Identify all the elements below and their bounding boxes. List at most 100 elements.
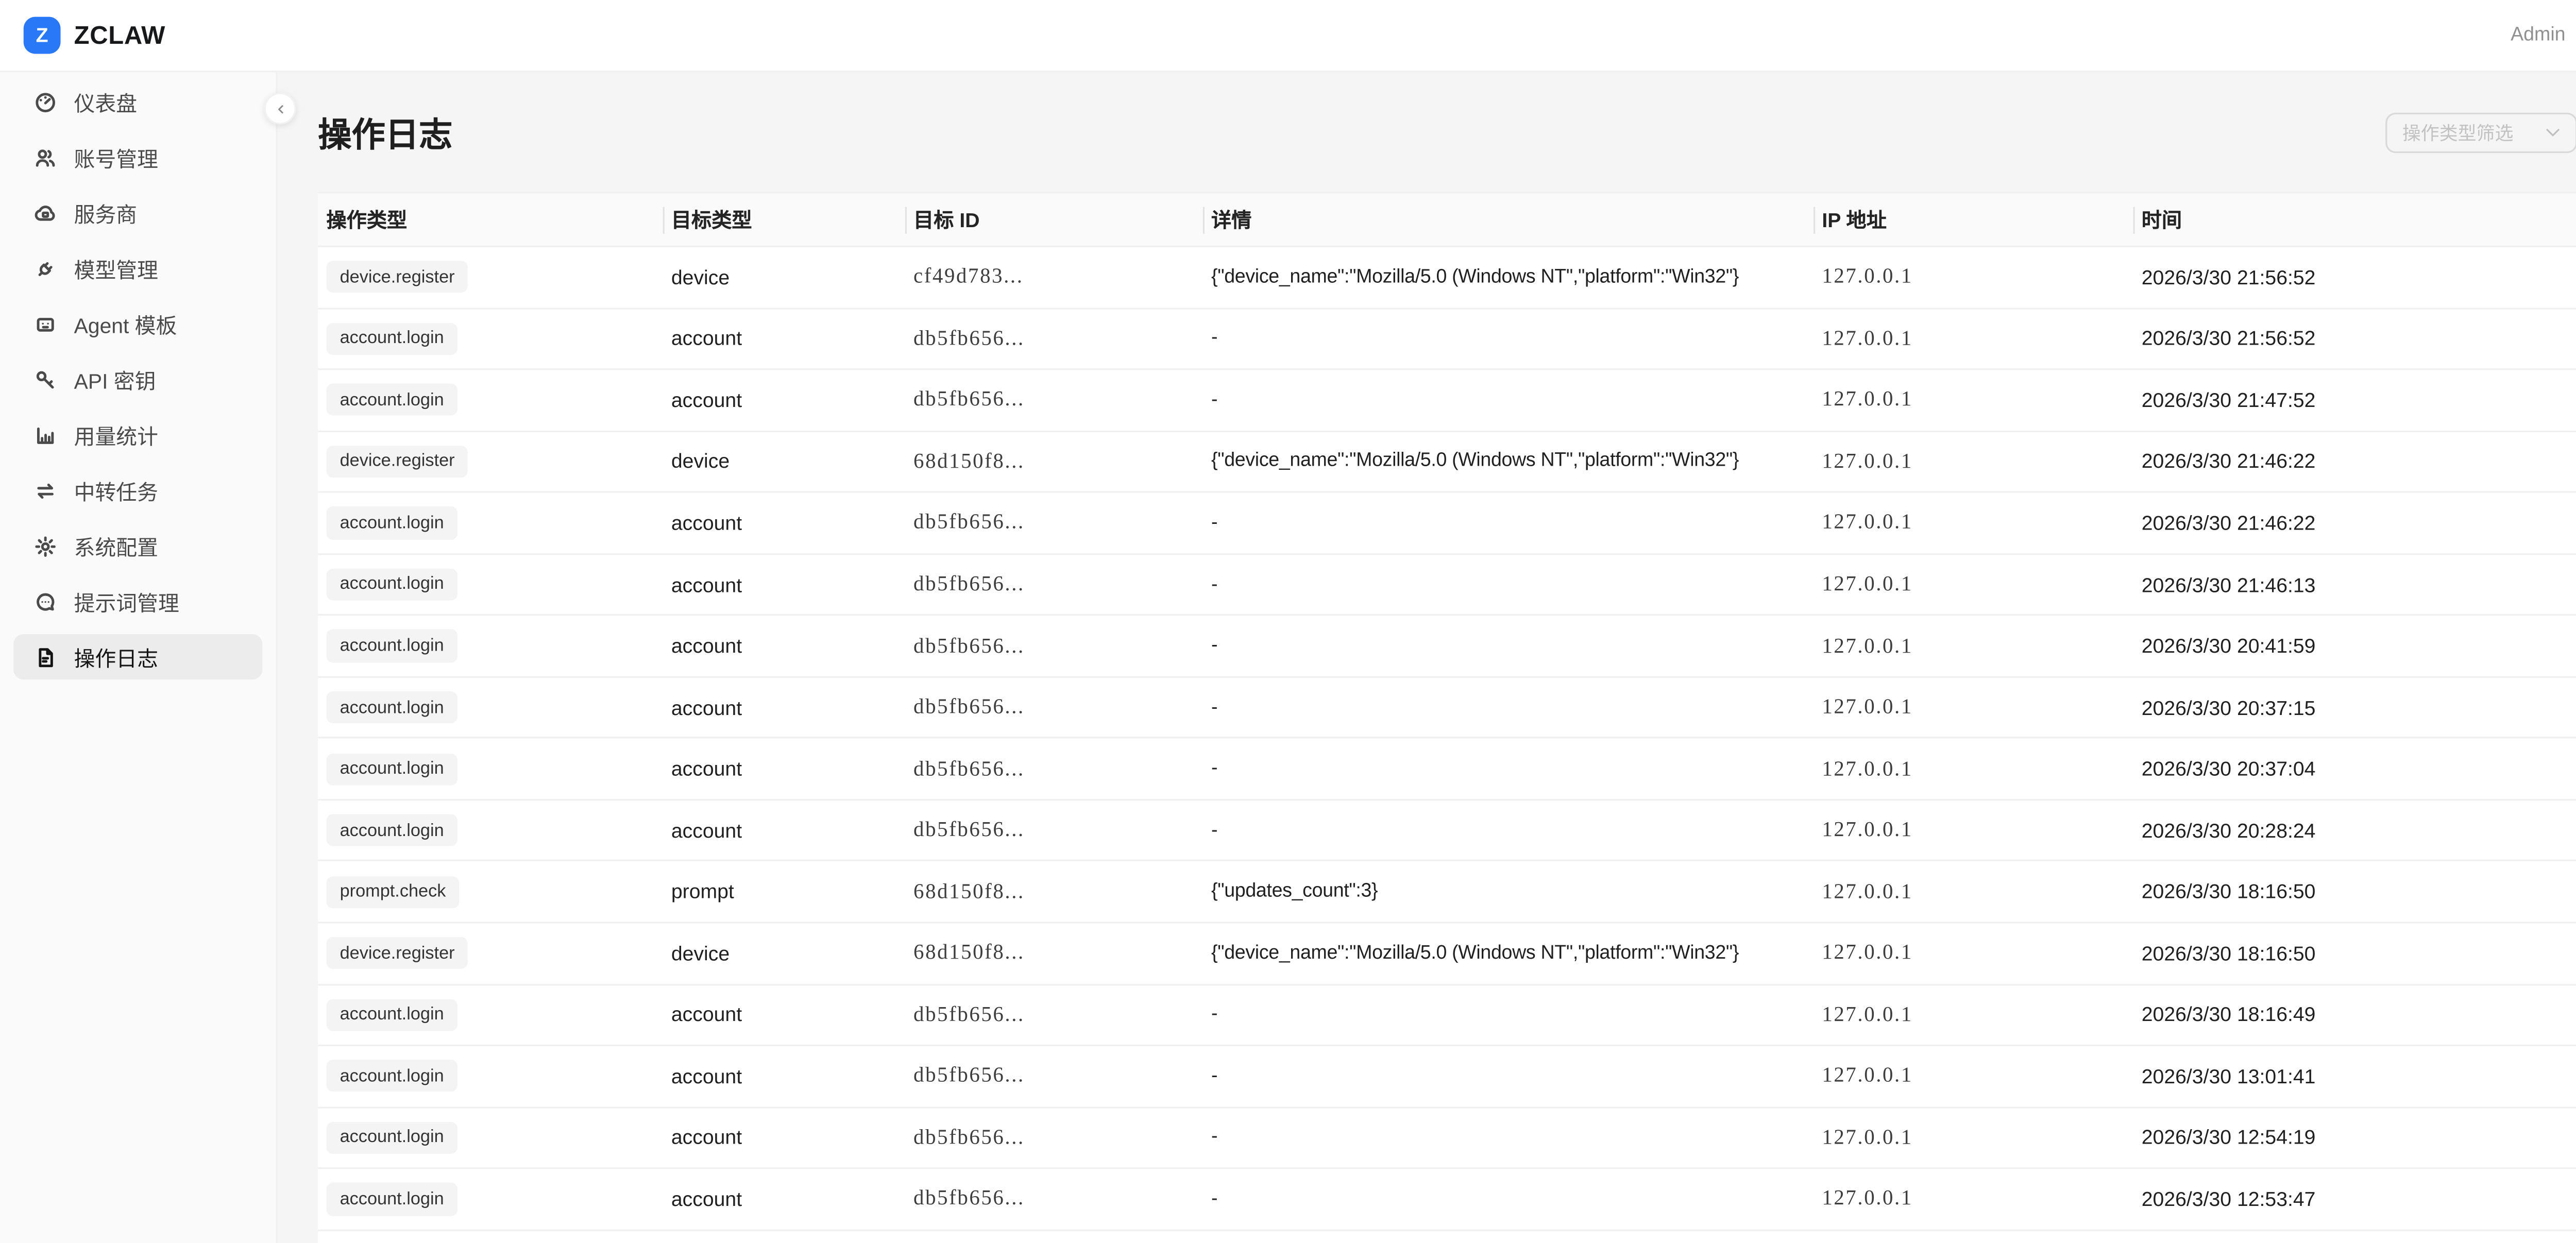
chevron-left-icon xyxy=(274,102,287,115)
ip-cell: 127.0.0.1 xyxy=(1814,941,2133,966)
detail-cell: - xyxy=(1203,1189,1814,1209)
detail-cell: - xyxy=(1203,1066,1814,1086)
column-header-ip: IP 地址 xyxy=(1814,205,2133,234)
table-header-row: 操作类型 目标类型 目标 ID 详情 IP 地址 时间 xyxy=(318,192,2576,247)
sidebar-item-providers[interactable]: 服务商 xyxy=(13,190,262,235)
target-id-cell: 68d150f8... xyxy=(905,941,1203,966)
target-id-cell: db5fb656... xyxy=(905,695,1203,720)
operation-type-tag: account.login xyxy=(326,753,457,785)
target-id-cell: 68d150f8... xyxy=(905,879,1203,905)
plug-icon xyxy=(33,257,57,280)
ip-cell: 127.0.0.1 xyxy=(1814,265,2133,290)
detail-cell: - xyxy=(1203,329,1814,349)
time-cell: 2026/3/30 21:46:13 xyxy=(2133,573,2576,597)
ip-cell: 127.0.0.1 xyxy=(1814,1125,2133,1150)
chart-icon xyxy=(33,423,57,447)
sidebar-item-relay-tasks[interactable]: 中转任务 xyxy=(13,468,262,513)
gear-icon xyxy=(33,534,57,558)
time-cell: 2026/3/30 21:56:52 xyxy=(2133,265,2576,289)
time-cell: 2026/3/30 20:37:04 xyxy=(2133,757,2576,781)
operation-type-tag: account.login xyxy=(326,568,457,601)
sidebar-item-models[interactable]: 模型管理 xyxy=(13,246,262,291)
target-id-cell: db5fb656... xyxy=(905,326,1203,351)
target-type-cell: account xyxy=(663,757,905,781)
target-id-cell: db5fb656... xyxy=(905,756,1203,781)
operation-type-cell: device.register xyxy=(318,446,663,478)
target-id-cell: db5fb656... xyxy=(905,510,1203,536)
ip-cell: 127.0.0.1 xyxy=(1814,1064,2133,1089)
table-row: device.register device 68d150f8... {"dev… xyxy=(318,432,2576,493)
operation-type-tag: account.login xyxy=(326,999,457,1031)
table-row: device.register device cf49d783... {"dev… xyxy=(318,247,2576,309)
operation-type-tag: device.register xyxy=(326,261,468,294)
table-row: account.login account db5fb656... - 127.… xyxy=(318,1169,2576,1231)
operation-type-tag: account.login xyxy=(326,507,457,539)
table-row: account.login account db5fb656... - 127.… xyxy=(318,677,2576,739)
brand-name: ZCLAW xyxy=(74,21,165,50)
time-cell: 2026/3/30 20:37:15 xyxy=(2133,696,2576,720)
ip-cell: 127.0.0.1 xyxy=(1814,1002,2133,1028)
target-type-cell: device xyxy=(663,265,905,289)
ip-cell: 127.0.0.1 xyxy=(1814,634,2133,659)
detail-cell: - xyxy=(1203,697,1814,718)
target-type-cell: account xyxy=(663,1187,905,1211)
operation-type-cell: account.login xyxy=(318,999,663,1031)
operation-type-tag: device.register xyxy=(326,937,468,969)
detail-cell: {"device_name":"Mozilla/5.0 (Windows NT"… xyxy=(1203,943,1814,963)
sidebar-collapse-button[interactable] xyxy=(264,93,296,125)
table-row: account.login account db5fb656... - 127.… xyxy=(318,370,2576,432)
time-cell: 2026/3/30 13:01:41 xyxy=(2133,1065,2576,1088)
column-header-detail: 详情 xyxy=(1203,205,1814,234)
target-type-cell: account xyxy=(663,511,905,535)
target-id-cell: db5fb656... xyxy=(905,1125,1203,1150)
operation-type-cell: account.login xyxy=(318,1183,663,1216)
column-header-operation-type: 操作类型 xyxy=(318,205,663,234)
brand: Z ZCLAW xyxy=(0,17,165,54)
detail-cell: - xyxy=(1203,1004,1814,1025)
operation-type-cell: account.login xyxy=(318,1060,663,1093)
target-id-cell: db5fb656... xyxy=(905,634,1203,659)
operation-type-tag: account.login xyxy=(326,691,457,724)
ip-cell: 127.0.0.1 xyxy=(1814,818,2133,843)
table-row: account.login account db5fb656... - 127.… xyxy=(318,616,2576,677)
sidebar-item-system-config[interactable]: 系统配置 xyxy=(13,523,262,569)
target-id-cell: db5fb656... xyxy=(905,818,1203,843)
operation-type-filter-select[interactable]: 操作类型筛选 xyxy=(2385,112,2576,152)
target-id-cell: 68d150f8... xyxy=(905,449,1203,474)
user-menu[interactable]: Admin xyxy=(2511,25,2565,45)
ip-cell: 127.0.0.1 xyxy=(1814,879,2133,905)
sidebar-item-accounts[interactable]: 账号管理 xyxy=(13,134,262,180)
sidebar-item-label: API 密钥 xyxy=(74,363,156,395)
sidebar-item-label: 操作日志 xyxy=(74,641,158,673)
sidebar-item-prompt-management[interactable]: 提示词管理 xyxy=(13,578,262,624)
app-logo-icon: Z xyxy=(24,17,61,54)
target-type-cell: account xyxy=(663,1126,905,1150)
sidebar-item-label: 用量统计 xyxy=(74,419,158,451)
chevron-down-icon xyxy=(2545,127,2560,138)
target-id-cell: db5fb656... xyxy=(905,1002,1203,1028)
operation-type-cell: account.login xyxy=(318,507,663,539)
column-header-time: 时间 xyxy=(2133,205,2576,234)
ip-cell: 127.0.0.1 xyxy=(1814,572,2133,597)
detail-cell: {"device_name":"Mozilla/5.0 (Windows NT"… xyxy=(1203,451,1814,471)
target-type-cell: account xyxy=(663,388,905,412)
sidebar-item-operation-logs[interactable]: 操作日志 xyxy=(13,634,262,679)
column-header-target-type: 目标类型 xyxy=(663,205,905,234)
time-cell: 2026/3/30 18:16:50 xyxy=(2133,942,2576,965)
sidebar-item-dashboard[interactable]: 仪表盘 xyxy=(13,79,262,124)
sidebar-item-usage-stats[interactable]: 用量统计 xyxy=(13,412,262,457)
message-dots-icon xyxy=(33,589,57,613)
target-id-cell: db5fb656... xyxy=(905,1187,1203,1212)
operation-log-table: 操作类型 目标类型 目标 ID 详情 IP 地址 时间 device.regis… xyxy=(318,192,2576,1243)
sidebar: 仪表盘 账号管理 服务商 模型管理 xyxy=(0,72,278,1243)
table-row: account.login account db5fb656... - 127.… xyxy=(318,739,2576,801)
page-header-row: 操作日志 操作类型筛选 xyxy=(318,111,2576,154)
sidebar-item-api-keys[interactable]: API 密钥 xyxy=(13,356,262,402)
sidebar-item-label: 中转任务 xyxy=(74,474,158,506)
target-id-cell: cf49d783... xyxy=(905,265,1203,290)
sidebar-item-agent-templates[interactable]: Agent 模板 xyxy=(13,301,262,346)
operation-type-tag: account.login xyxy=(326,630,457,662)
target-id-cell: db5fb656... xyxy=(905,387,1203,413)
sidebar-item-label: 提示词管理 xyxy=(74,585,179,617)
time-cell: 2026/3/30 21:47:52 xyxy=(2133,388,2576,412)
